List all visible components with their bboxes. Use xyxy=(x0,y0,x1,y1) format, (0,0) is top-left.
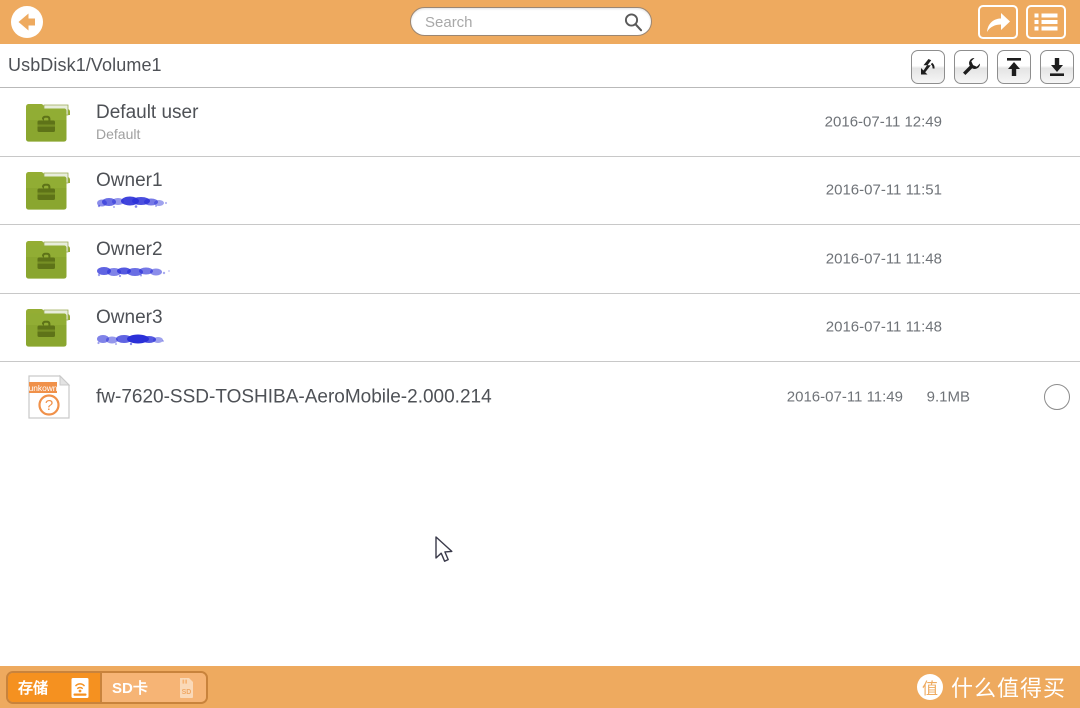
file-date: 2016-07-11 11:49 xyxy=(786,388,903,405)
watermark: 值 什么值得买 xyxy=(916,671,1066,703)
redacted-subtitle xyxy=(97,266,170,277)
svg-text:unkown: unkown xyxy=(29,382,58,392)
back-arrow-icon xyxy=(10,6,43,39)
back-button[interactable] xyxy=(8,3,46,41)
bottom-bar: 存储 SD卡 SD 值 什么值得买 xyxy=(0,666,1080,708)
refresh-icon xyxy=(921,59,935,75)
tab-sdcard[interactable]: SD卡 SD xyxy=(100,673,206,702)
redacted-subtitle xyxy=(97,334,164,346)
share-arrow-icon xyxy=(987,13,1010,32)
list-view-button[interactable] xyxy=(1026,5,1066,39)
file-select-checkbox[interactable] xyxy=(1044,383,1070,410)
row-text: Owner1 xyxy=(96,169,174,211)
storage-icon xyxy=(71,677,89,698)
tab-storage[interactable]: 存储 xyxy=(8,673,101,702)
upload-button[interactable] xyxy=(997,50,1031,84)
mouse-cursor xyxy=(435,536,453,562)
search-icon[interactable] xyxy=(623,12,643,32)
svg-text:?: ? xyxy=(45,397,53,414)
file-name: fw-7620-SSD-TOSHIBA-AeroMobile-2.000.214 xyxy=(96,386,492,407)
search-input[interactable] xyxy=(423,8,622,37)
file-manager-app: UsbDisk1/Volume1 xyxy=(0,0,1080,708)
file-size: 9.1MB xyxy=(926,388,970,405)
row-text: Default user Default xyxy=(96,101,198,143)
download-icon xyxy=(1050,58,1064,76)
share-button[interactable] xyxy=(978,5,1018,39)
refresh-button[interactable] xyxy=(911,50,945,84)
upload-icon xyxy=(1007,58,1021,76)
table-row[interactable]: Default user Default 2016-07-11 12:49 xyxy=(0,88,1080,157)
tab-sdcard-label: SD卡 xyxy=(112,680,148,697)
row-text: fw-7620-SSD-TOSHIBA-AeroMobile-2.000.214 xyxy=(96,385,492,408)
file-date: 2016-07-11 12:49 xyxy=(824,113,942,131)
file-subtitle: Default xyxy=(96,125,141,142)
redacted-subtitle xyxy=(97,196,168,209)
file-date: 2016-07-11 11:51 xyxy=(825,181,942,199)
table-row[interactable]: unkown ? fw-7620-SSD-TOSHIBA-AeroMobile-… xyxy=(0,362,1080,431)
file-list: Default user Default 2016-07-11 12:49 Ow… xyxy=(0,88,1080,431)
wrench-icon xyxy=(963,57,981,75)
file-date: 2016-07-11 11:48 xyxy=(825,318,942,336)
table-row[interactable]: Owner2 2016-07-11 11:48 xyxy=(0,225,1080,294)
download-button[interactable] xyxy=(1040,50,1074,84)
folder-icon xyxy=(26,103,70,142)
row-text: Owner3 xyxy=(96,306,174,348)
file-date: 2016-07-11 11:48 xyxy=(825,250,942,268)
folder-icon xyxy=(26,172,70,210)
search-box[interactable] xyxy=(410,7,652,37)
file-name: Owner3 xyxy=(96,307,163,329)
row-text: Owner2 xyxy=(96,238,174,280)
file-name: Owner2 xyxy=(96,238,163,260)
storage-tab-group: 存储 SD卡 SD xyxy=(6,671,208,704)
sdcard-icon: SD xyxy=(179,677,193,698)
smzdm-logo-icon: 值 xyxy=(916,674,943,700)
tools-button[interactable] xyxy=(954,50,988,84)
tab-storage-label: 存储 xyxy=(18,680,49,697)
breadcrumb-path[interactable]: UsbDisk1/Volume1 xyxy=(8,55,162,76)
table-row[interactable]: Owner3 2016-07-11 11:48 xyxy=(0,294,1080,362)
unknown-file-icon: unkown ? xyxy=(28,374,71,419)
watermark-text: 什么值得买 xyxy=(950,677,1066,702)
folder-icon xyxy=(26,309,70,347)
file-name: Owner1 xyxy=(96,170,163,192)
top-toolbar xyxy=(0,0,1080,44)
table-row[interactable]: Owner1 2016-07-11 11:51 xyxy=(0,157,1080,225)
file-name: Default user xyxy=(96,101,199,123)
list-view-icon xyxy=(1034,13,1058,31)
svg-text:SD: SD xyxy=(181,689,191,696)
folder-icon xyxy=(26,240,70,279)
